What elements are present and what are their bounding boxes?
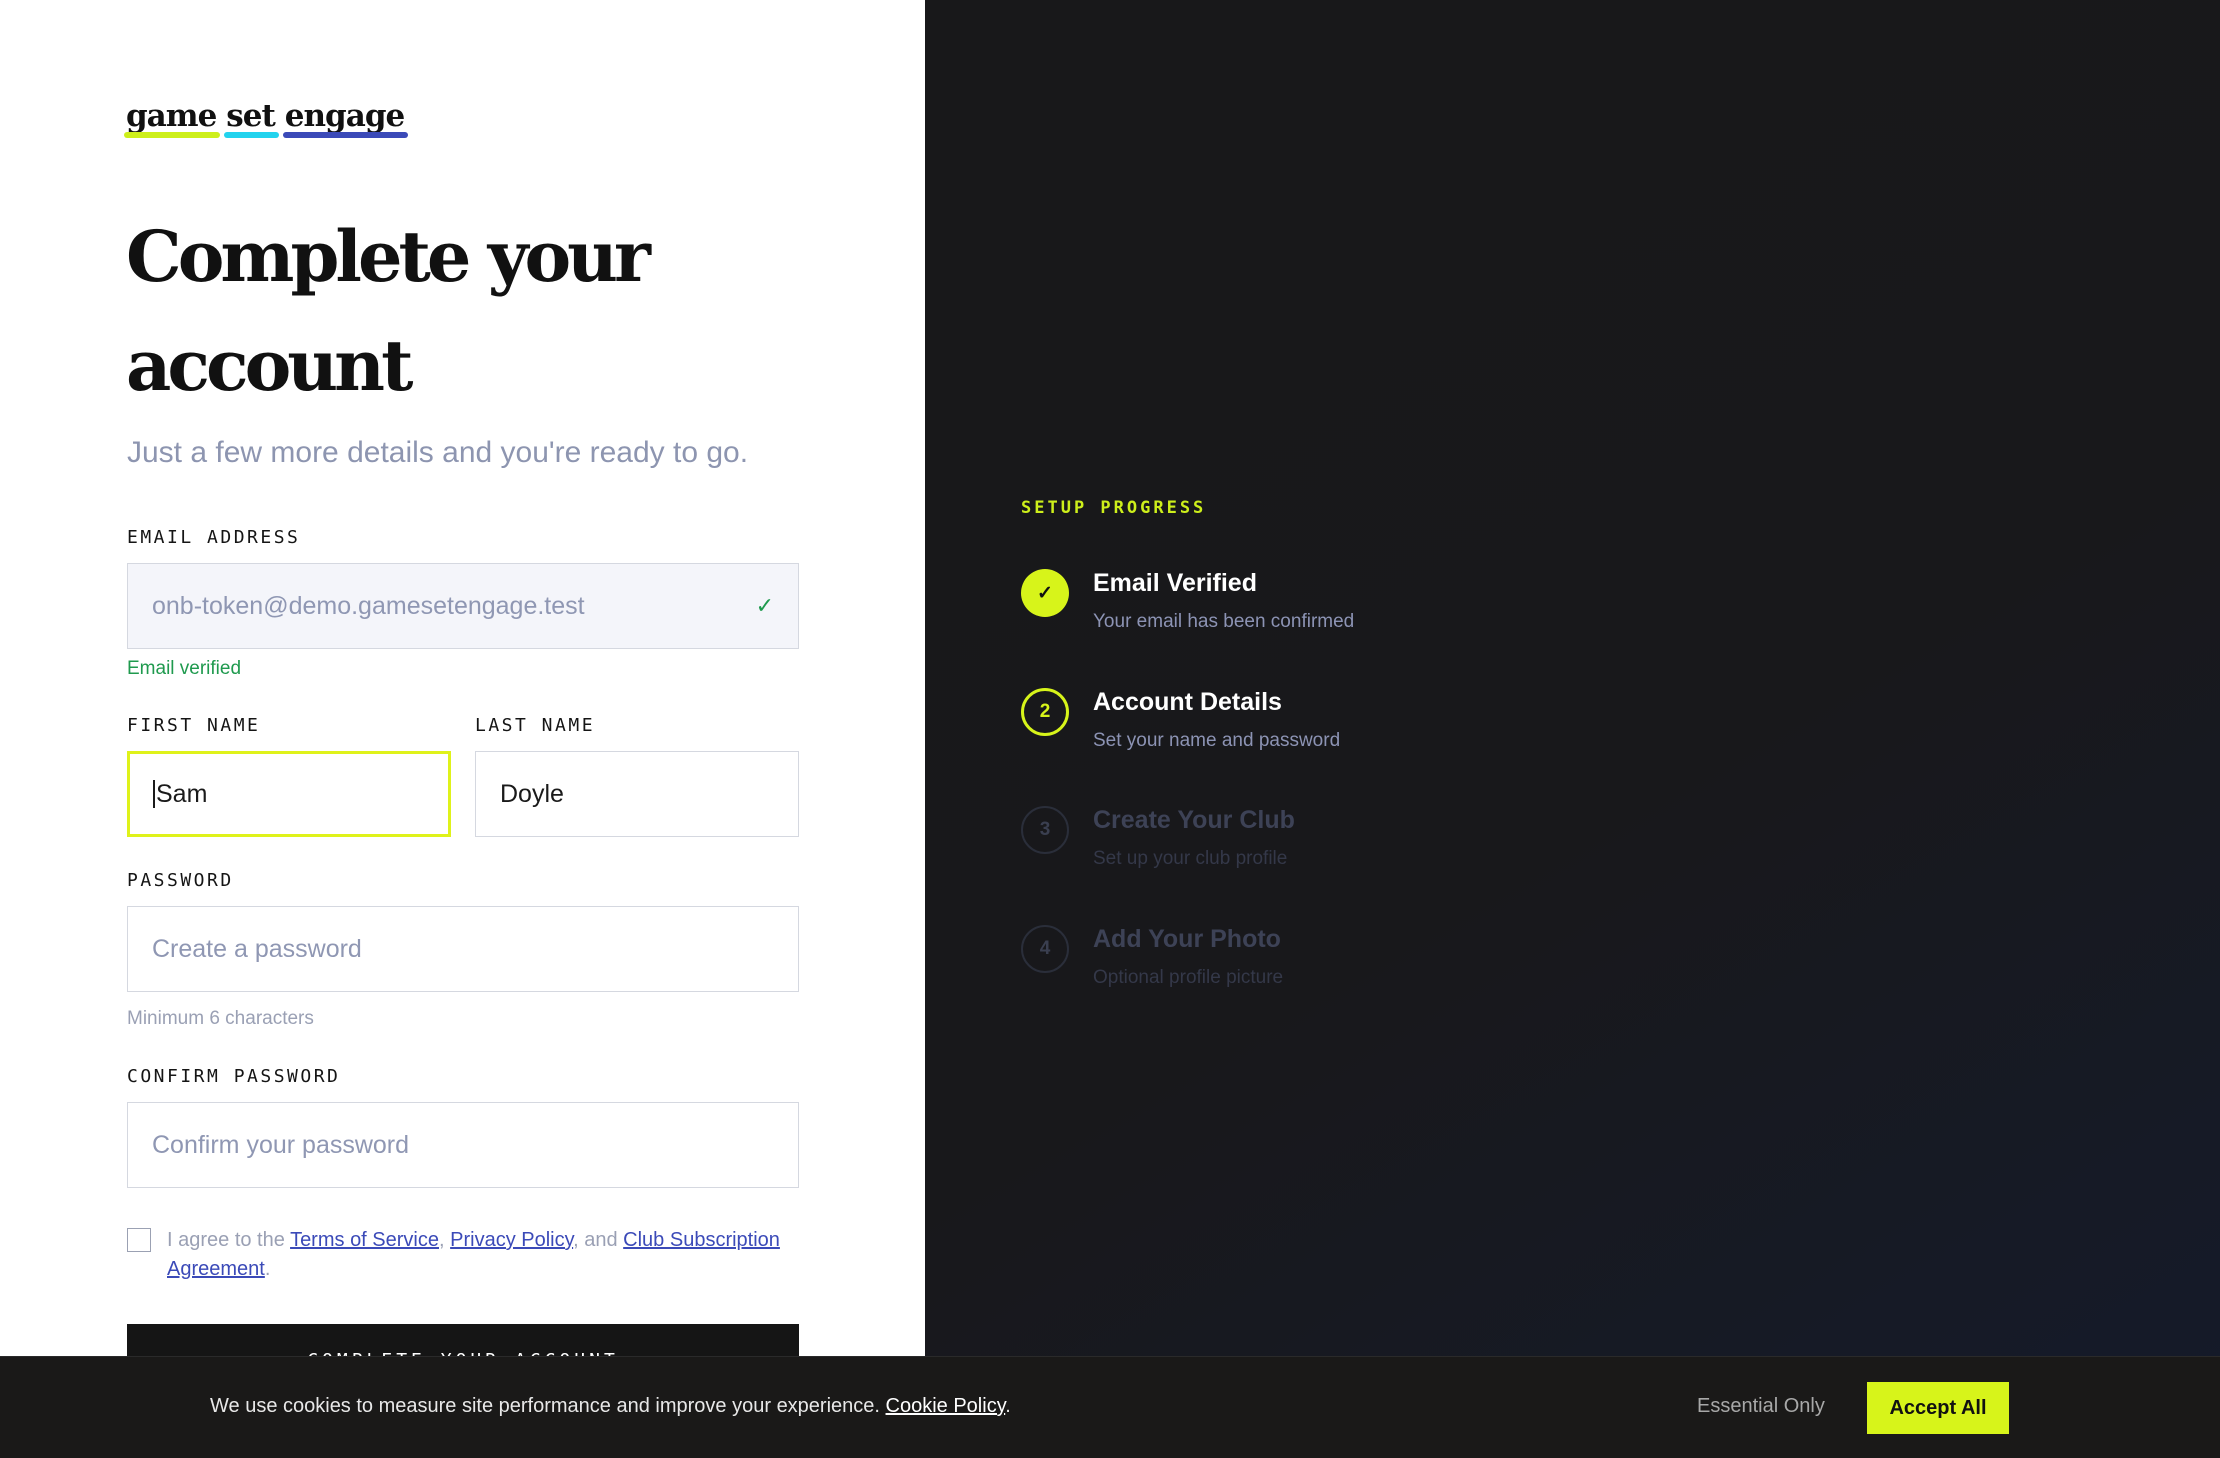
email-value: onb-token@demo.gamesetengage.test xyxy=(152,591,585,620)
step-create-club: 3 Create Your Club Set up your club prof… xyxy=(1021,806,1295,870)
email-verified-status: Email verified xyxy=(127,658,242,679)
step-title: Email Verified xyxy=(1093,569,1257,597)
first-name-value: Sam xyxy=(156,779,208,808)
step-number: 3 xyxy=(1021,806,1069,854)
terms-of-service-link[interactable]: Terms of Service xyxy=(290,1229,439,1251)
password-hint: Minimum 6 characters xyxy=(127,1008,314,1029)
page-title: Complete your account xyxy=(126,215,651,407)
first-name-label: FIRST NAME xyxy=(127,715,261,736)
cookie-message: We use cookies to measure site performan… xyxy=(210,1395,1011,1417)
step-number: 4 xyxy=(1021,925,1069,973)
accept-all-button[interactable]: Accept All xyxy=(1867,1382,2009,1434)
last-name-field[interactable]: Doyle xyxy=(475,751,799,837)
step-title: Add Your Photo xyxy=(1093,925,1281,953)
text-caret xyxy=(153,780,155,808)
step-account-details: 2 Account Details Set your name and pass… xyxy=(1021,688,1340,752)
cookie-banner: We use cookies to measure site performan… xyxy=(0,1356,2220,1458)
cookie-policy-link[interactable]: Cookie Policy xyxy=(886,1395,1006,1417)
password-field[interactable]: Create a password xyxy=(127,906,799,992)
step-description: Your email has been confirmed xyxy=(1093,611,1355,632)
step-title: Account Details xyxy=(1093,688,1282,716)
terms-text: I agree to the Terms of Service, Privacy… xyxy=(167,1229,780,1280)
privacy-policy-link[interactable]: Privacy Policy xyxy=(450,1229,573,1251)
first-name-field[interactable]: Sam xyxy=(127,751,451,837)
logo[interactable]: game set engage xyxy=(124,98,409,138)
terms-checkbox[interactable] xyxy=(127,1228,151,1252)
logo-word-set: set xyxy=(224,98,279,138)
check-icon: ✓ xyxy=(755,593,774,618)
terms-agreement: I agree to the Terms of Service, Privacy… xyxy=(127,1226,802,1284)
confirm-password-label: CONFIRM PASSWORD xyxy=(127,1066,341,1087)
last-name-label: LAST NAME xyxy=(475,715,596,736)
setup-progress-heading: SETUP PROGRESS xyxy=(1021,498,1207,518)
password-placeholder: Create a password xyxy=(152,934,362,963)
password-label: PASSWORD xyxy=(127,870,234,891)
email-label: EMAIL ADDRESS xyxy=(127,527,301,548)
confirm-password-field[interactable]: Confirm your password xyxy=(127,1102,799,1188)
form-panel: game set engage Complete your account Jus… xyxy=(0,0,925,1458)
step-email-verified: ✓ Email Verified Your email has been con… xyxy=(1021,569,1354,633)
step-title: Create Your Club xyxy=(1093,806,1295,834)
page-subtitle: Just a few more details and you're ready… xyxy=(127,436,749,469)
logo-word-game: game xyxy=(124,98,221,138)
email-field[interactable]: onb-token@demo.gamesetengage.test ✓ xyxy=(127,563,799,649)
confirm-password-placeholder: Confirm your password xyxy=(152,1130,410,1159)
last-name-value: Doyle xyxy=(500,779,564,808)
step-description: Set up your club profile xyxy=(1093,848,1288,869)
essential-only-button[interactable]: Essential Only xyxy=(1697,1395,1825,1418)
step-number: 2 xyxy=(1021,688,1069,736)
step-description: Set your name and password xyxy=(1093,730,1341,751)
step-add-photo: 4 Add Your Photo Optional profile pictur… xyxy=(1021,925,1283,989)
step-description: Optional profile picture xyxy=(1093,967,1284,988)
check-circle-icon: ✓ xyxy=(1021,569,1069,617)
logo-word-engage: engage xyxy=(282,98,409,138)
